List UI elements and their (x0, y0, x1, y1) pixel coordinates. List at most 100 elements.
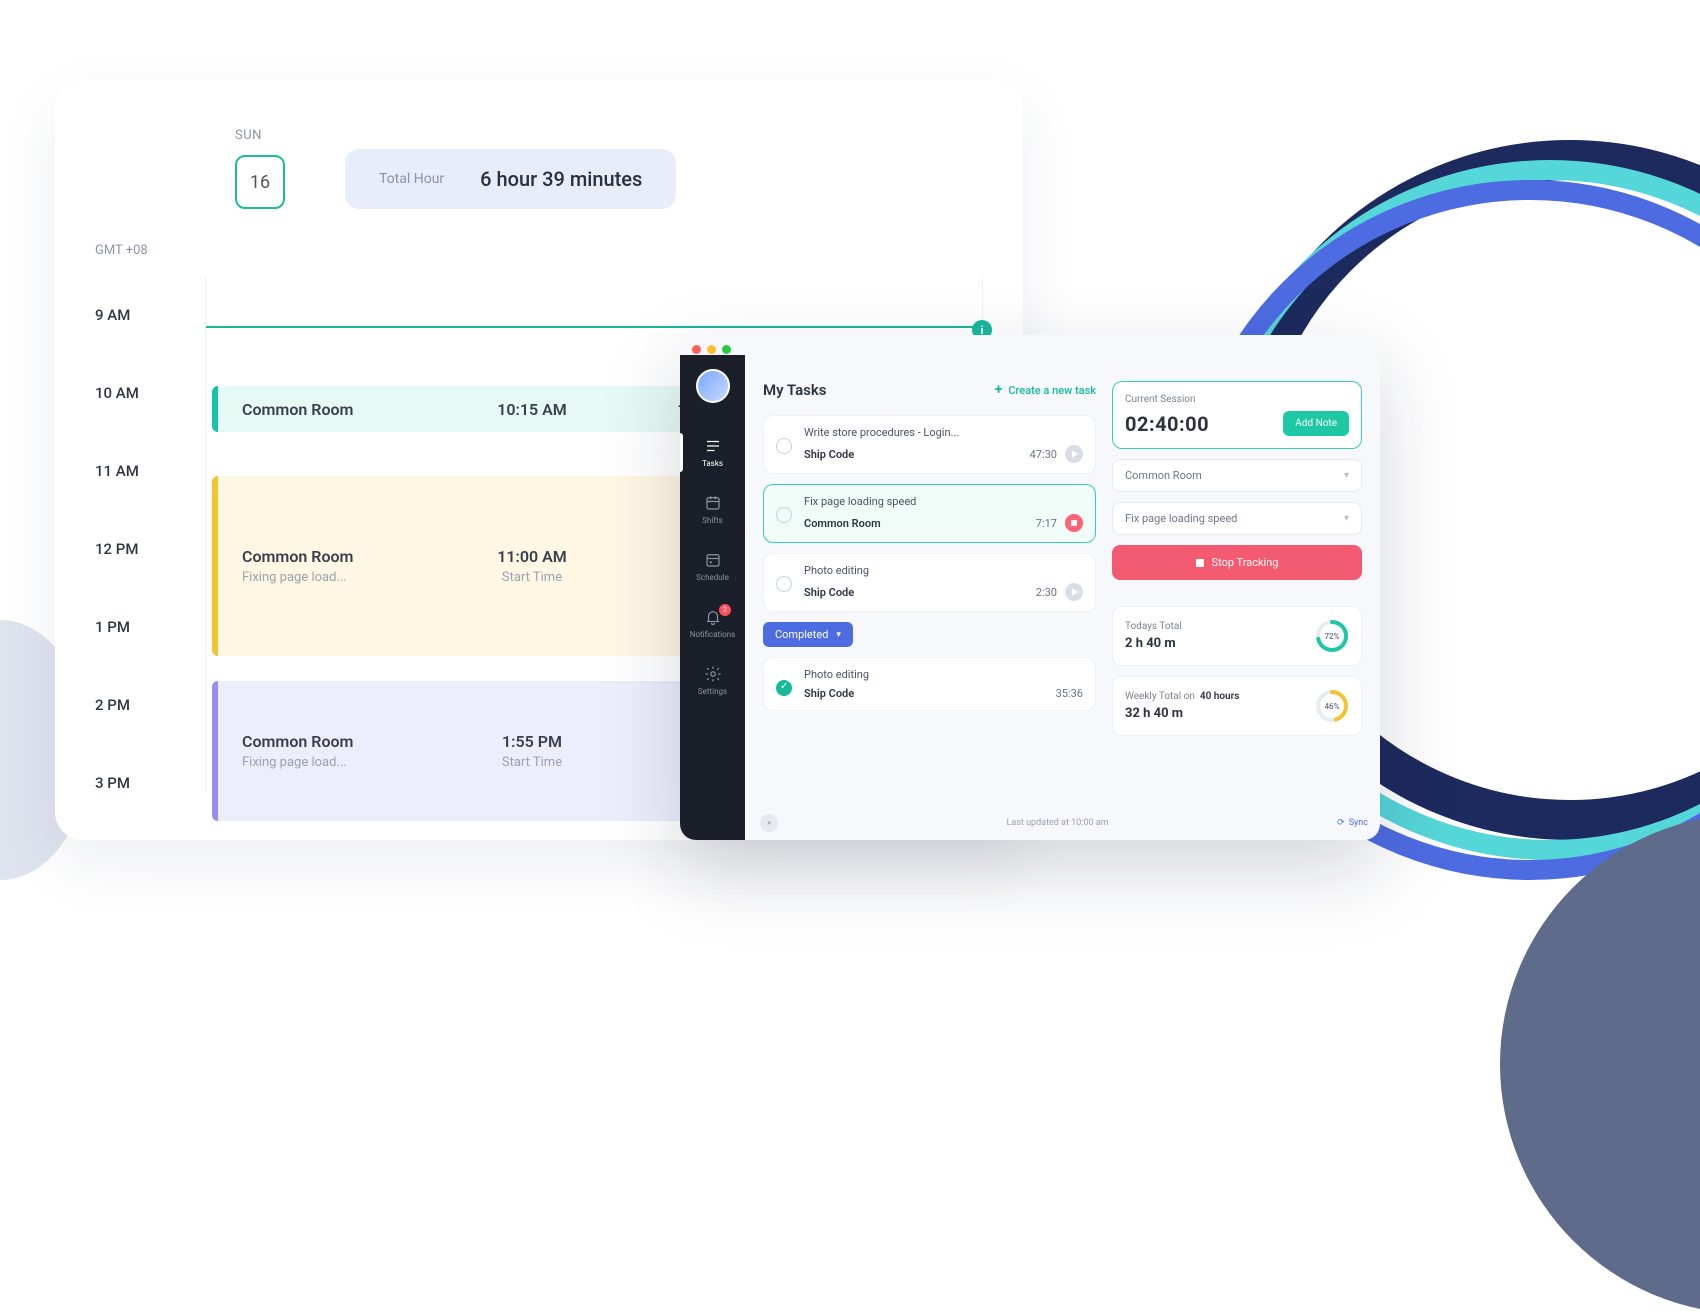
plus-icon: + (995, 382, 1003, 398)
sidebar-item-label: Tasks (702, 459, 723, 468)
weekly-total-label: Weekly Total on (1125, 691, 1195, 702)
task-item[interactable]: Write store procedures - Login... Ship C… (763, 415, 1096, 474)
block-start: 10:15 AM (442, 400, 622, 419)
sync-label: Sync (1349, 818, 1368, 828)
stop-tracking-button[interactable]: Stop Tracking (1112, 545, 1362, 580)
day-label: SUN (235, 128, 285, 143)
weekly-total-box: Weekly Total on 40 hours 32 h 40 m 46% (1112, 676, 1362, 736)
session-column: Current Session 02:40:00 Add Note Common… (1112, 381, 1362, 830)
tracker-window: Tasks Shifts Schedule 2 Notifications Se… (680, 335, 1380, 840)
sidebar-item-shifts[interactable]: Shifts (680, 484, 745, 535)
todays-total-label: Todays Total (1125, 621, 1182, 632)
minimize-icon[interactable] (707, 345, 716, 354)
sidebar-item-label: Notifications (690, 630, 735, 639)
weekly-total-value: 32 h 40 m (1125, 706, 1239, 721)
close-icon[interactable] (692, 345, 701, 354)
task-time: 2:30 (1036, 586, 1057, 599)
add-note-button[interactable]: Add Note (1283, 411, 1349, 436)
total-hours-pill: Total Hour 6 hour 39 minutes (345, 149, 676, 209)
hour-label: 10 AM (95, 384, 205, 402)
task-item[interactable]: Fix page loading speed Common Room 7:17 (763, 484, 1096, 543)
block-accent (212, 476, 218, 656)
sidebar-item-notifications[interactable]: 2 Notifications (680, 598, 745, 649)
total-value: 6 hour 39 minutes (480, 167, 642, 191)
task-checkbox[interactable] (776, 576, 792, 592)
block-start: 11:00 AM (442, 547, 622, 566)
block-start-sub: Start Time (442, 755, 622, 770)
maximize-icon[interactable] (722, 345, 731, 354)
progress-pct: 46% (1315, 689, 1349, 723)
create-task-button[interactable]: + Create a new task (995, 382, 1096, 398)
weekly-target: 40 hours (1200, 691, 1239, 702)
play-icon[interactable] (1065, 583, 1083, 601)
task-checkbox[interactable] (776, 680, 792, 696)
session-time: 02:40:00 (1125, 412, 1209, 436)
sidebar-item-label: Shifts (702, 516, 723, 525)
hour-label: 2 PM (95, 696, 205, 714)
task-time: 7:17 (1036, 517, 1057, 530)
chevron-down-icon: ▾ (1344, 513, 1349, 524)
task-project: Ship Code (804, 586, 854, 599)
total-label: Total Hour (379, 171, 444, 187)
block-start: 1:55 PM (442, 732, 622, 751)
day-selector[interactable]: SUN 16 (235, 128, 285, 209)
shifts-icon (704, 494, 722, 512)
sidebar-item-label: Settings (698, 687, 727, 696)
block-accent (212, 386, 218, 432)
current-session-box: Current Session 02:40:00 Add Note (1112, 381, 1362, 449)
session-label: Current Session (1125, 394, 1349, 405)
task-project: Ship Code (804, 448, 854, 461)
gear-icon (704, 665, 722, 683)
task-checkbox[interactable] (776, 507, 792, 523)
task-title: Fix page loading speed (804, 495, 1083, 508)
todays-total-value: 2 h 40 m (1125, 636, 1182, 651)
create-task-label: Create a new task (1008, 384, 1096, 397)
sidebar-item-settings[interactable]: Settings (680, 655, 745, 706)
tasks-icon (704, 437, 722, 455)
block-room: Common Room (242, 547, 442, 566)
stop-tracking-label: Stop Tracking (1212, 556, 1279, 569)
progress-ring: 72% (1315, 619, 1349, 653)
chevron-down-icon: ▾ (1344, 470, 1349, 481)
task-item[interactable]: Photo editing Ship Code 35:36 (763, 657, 1096, 711)
completed-toggle[interactable]: Completed ▾ (763, 622, 853, 647)
hour-label: 12 PM (95, 540, 205, 558)
block-subtitle: Fixing page load... (242, 570, 442, 585)
block-accent (212, 681, 218, 821)
task-project: Common Room (804, 517, 881, 530)
window-controls[interactable] (692, 345, 731, 354)
task-select[interactable]: Fix page loading speed ▾ (1112, 502, 1362, 535)
last-updated-label: Last updated at 10:00 am (1007, 818, 1109, 828)
sidebar-item-label: Schedule (696, 573, 729, 582)
project-select[interactable]: Common Room ▾ (1112, 459, 1362, 492)
block-room: Common Room (242, 732, 442, 751)
task-project: Ship Code (804, 687, 854, 700)
timezone-label: GMT +08 (95, 243, 983, 258)
hour-labels: 9 AM 10 AM 11 AM 12 PM 1 PM 2 PM 3 PM (95, 276, 205, 792)
expand-icon[interactable]: » (760, 814, 778, 832)
chevron-down-icon: ▾ (836, 630, 841, 640)
tasks-column: My Tasks + Create a new task Write store… (763, 381, 1096, 830)
todays-total-box: Todays Total 2 h 40 m 72% (1112, 606, 1362, 666)
task-time: 35:36 (1056, 687, 1083, 700)
block-room: Common Room (242, 400, 442, 419)
task-item[interactable]: Photo editing Ship Code 2:30 (763, 553, 1096, 612)
notification-badge: 2 (719, 604, 731, 616)
sync-button[interactable]: ⟳ Sync (1337, 818, 1368, 828)
task-select-value: Fix page loading speed (1125, 512, 1237, 525)
schedule-icon (704, 551, 722, 569)
progress-pct: 72% (1315, 619, 1349, 653)
avatar[interactable] (696, 369, 730, 403)
stop-icon[interactable] (1065, 514, 1083, 532)
block-subtitle: Fixing page load... (242, 755, 442, 770)
sidebar-item-schedule[interactable]: Schedule (680, 541, 745, 592)
hour-label: 1 PM (95, 618, 205, 636)
sidebar-item-tasks[interactable]: Tasks (680, 427, 745, 478)
hour-label: 3 PM (95, 774, 205, 792)
play-icon[interactable] (1065, 445, 1083, 463)
tracker-footer: » Last updated at 10:00 am ⟳ Sync (760, 814, 1368, 832)
progress-ring: 46% (1315, 689, 1349, 723)
task-title: Photo editing (804, 668, 1083, 681)
task-checkbox[interactable] (776, 438, 792, 454)
sync-icon: ⟳ (1337, 818, 1345, 828)
